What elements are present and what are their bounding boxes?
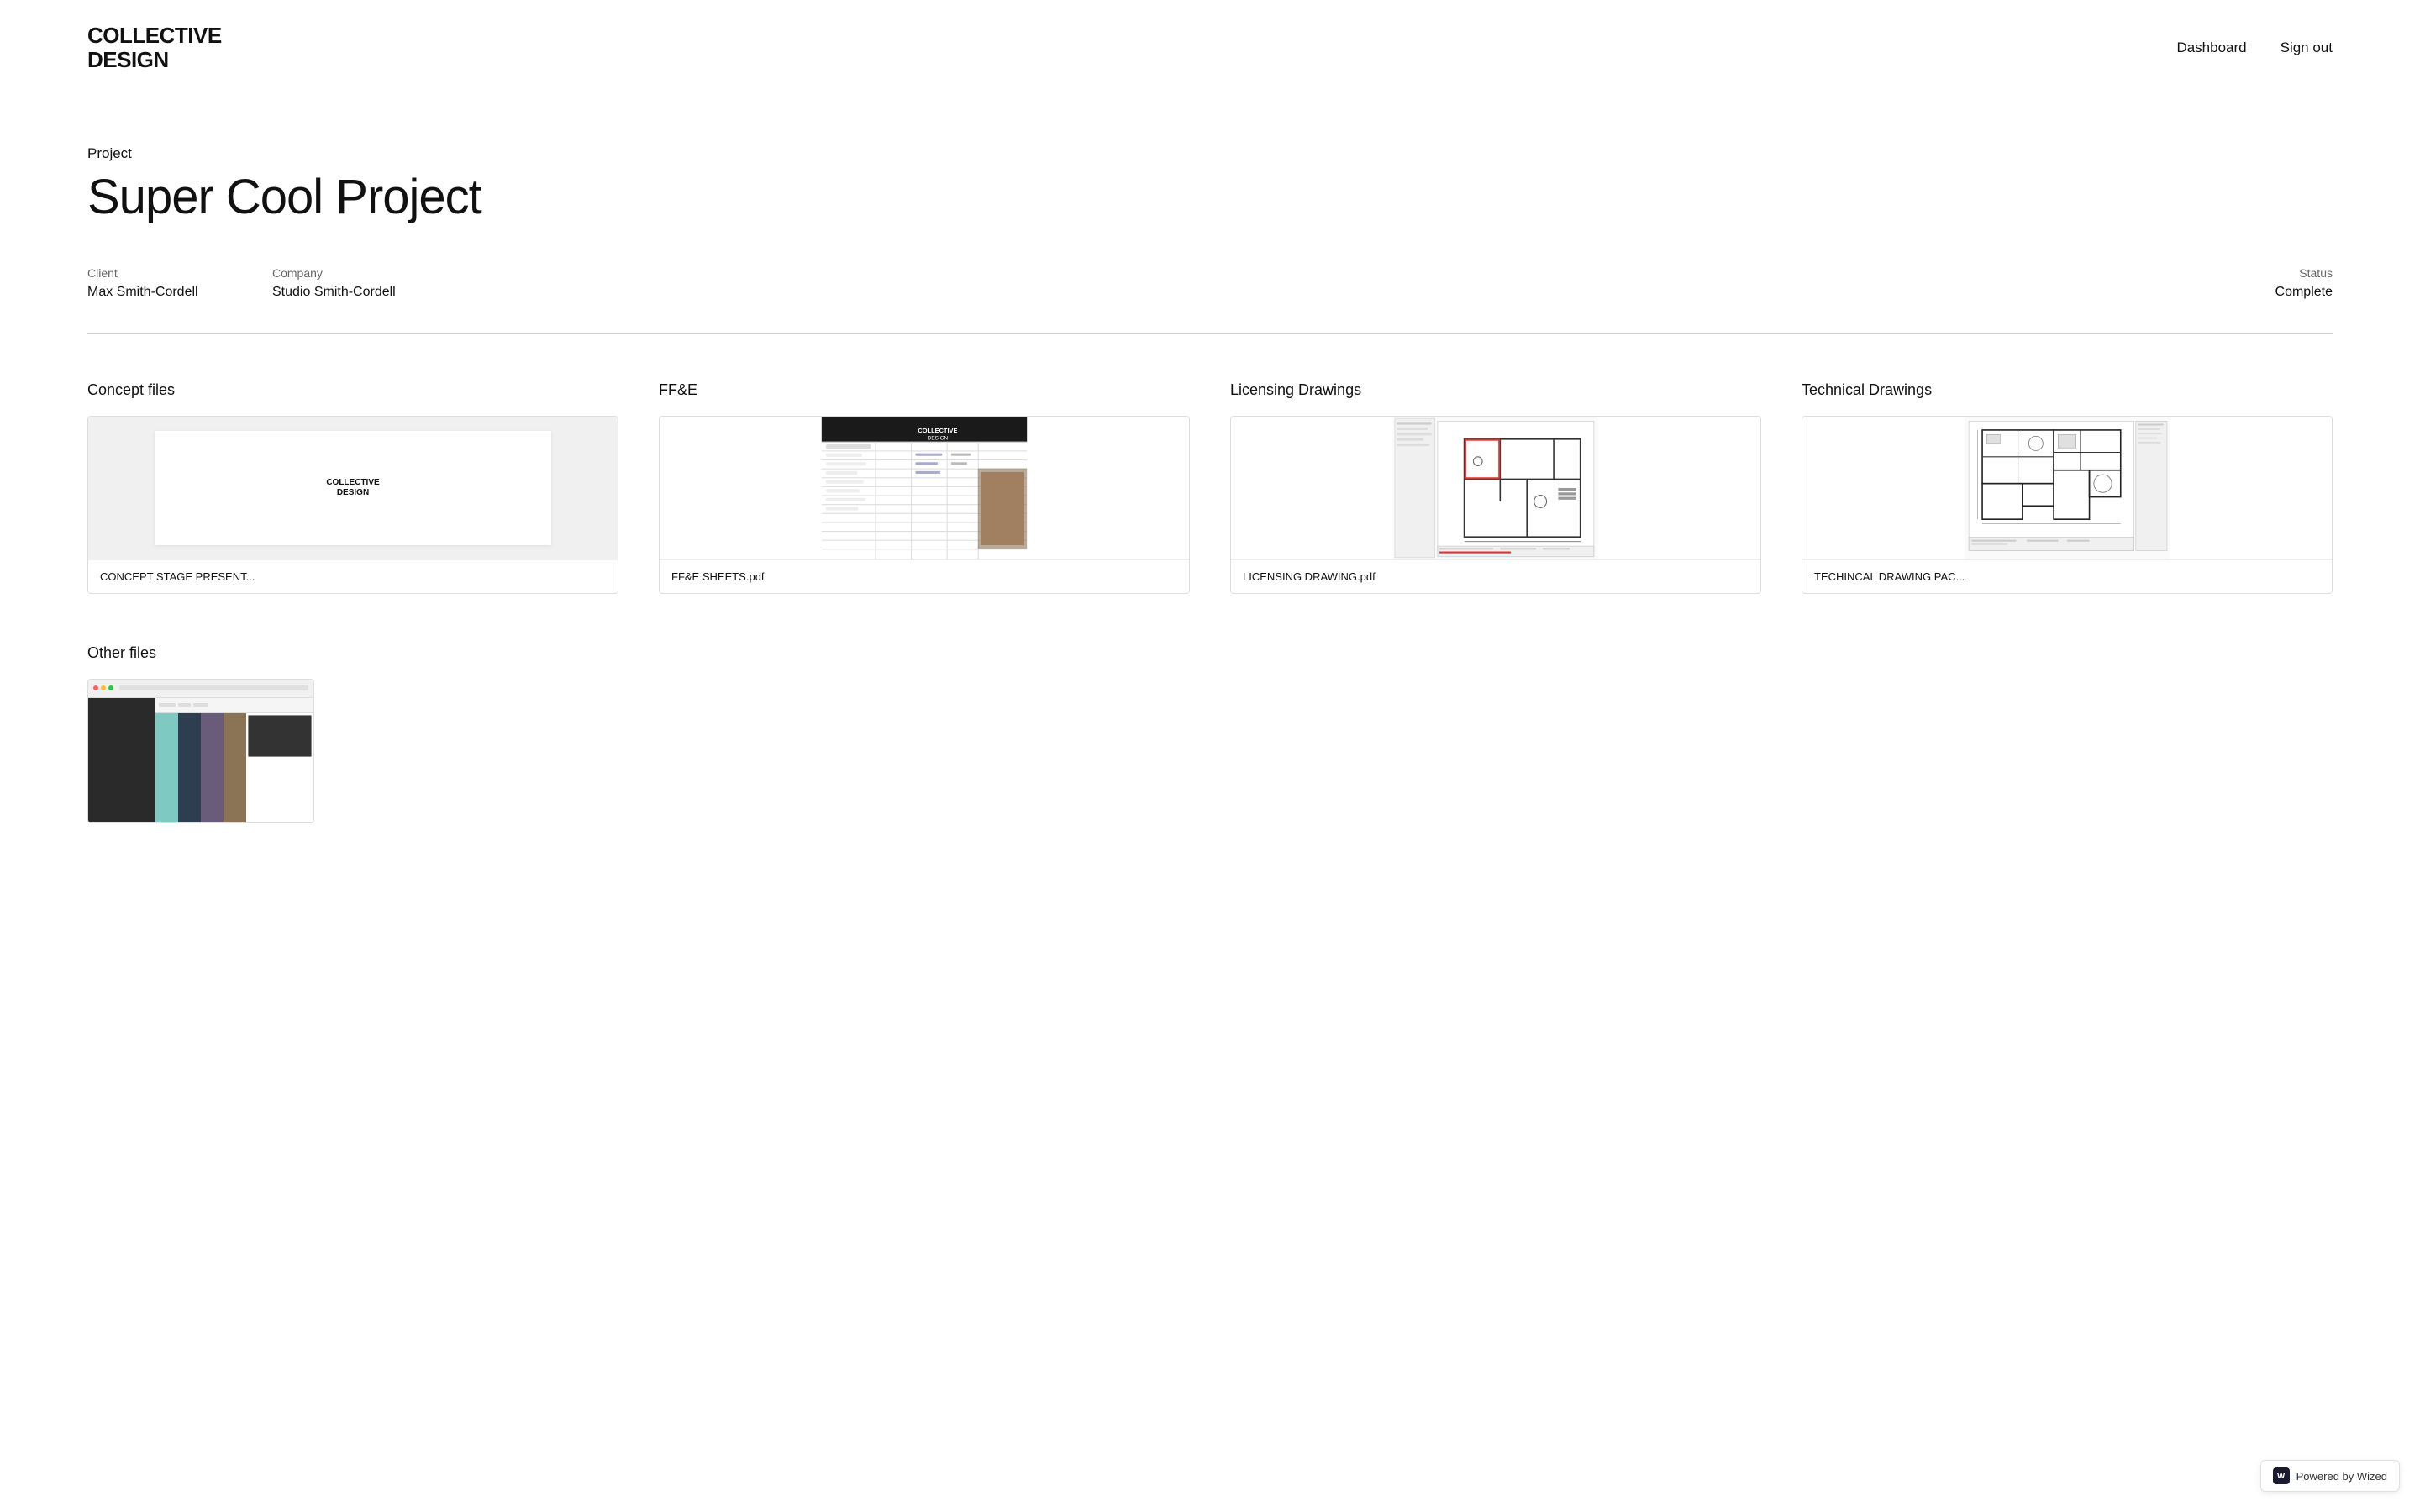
licensing-file-card[interactable]: LICENSING DRAWING.pdf bbox=[1230, 416, 1761, 594]
licensing-section: Licensing Drawings bbox=[1230, 381, 1761, 594]
project-title: Super Cool Project bbox=[87, 171, 2333, 224]
technical-title: Technical Drawings bbox=[1802, 381, 2333, 399]
main-nav: Dashboard Sign out bbox=[2176, 39, 2333, 56]
concept-file-name: CONCEPT STAGE PRESENT... bbox=[88, 559, 618, 593]
color-navy bbox=[178, 713, 201, 822]
other-content bbox=[155, 698, 313, 822]
concept-files-section: Concept files COLLECTIVEDESIGN CONCEPT S… bbox=[87, 381, 618, 594]
meta-company: Company Studio Smith-Cordell bbox=[272, 266, 457, 300]
technical-section: Technical Drawings bbox=[1802, 381, 2333, 594]
dot-green bbox=[108, 685, 113, 690]
color-purple bbox=[201, 713, 224, 822]
other-file-section bbox=[87, 679, 314, 823]
other-files-section: Other files bbox=[87, 644, 2333, 823]
other-file-card[interactable] bbox=[87, 679, 314, 823]
other-inner bbox=[88, 680, 313, 822]
licensing-file-name: LICENSING DRAWING.pdf bbox=[1231, 559, 1760, 593]
other-thumbnail bbox=[88, 680, 313, 822]
company-label: Company bbox=[272, 266, 457, 280]
ffe-thumbnail: COLLECTIVE DESIGN bbox=[660, 417, 1189, 559]
client-value: Max Smith-Cordell bbox=[87, 285, 272, 300]
color-teal bbox=[155, 713, 178, 822]
signout-link[interactable]: Sign out bbox=[2281, 39, 2333, 56]
dot-red bbox=[93, 685, 98, 690]
file-sections: Concept files COLLECTIVEDESIGN CONCEPT S… bbox=[87, 381, 2333, 594]
licensing-title: Licensing Drawings bbox=[1230, 381, 1761, 399]
status-value: Complete bbox=[2148, 285, 2333, 300]
ffe-file-card[interactable]: COLLECTIVE DESIGN bbox=[659, 416, 1190, 594]
dot-yellow bbox=[101, 685, 106, 690]
logo: COLLECTIVE DESIGN bbox=[87, 24, 222, 71]
wized-icon: W bbox=[2273, 1467, 2290, 1484]
other-files-title: Other files bbox=[87, 644, 2333, 662]
ffe-section: FF&E COLLECTIVE DESIGN bbox=[659, 381, 1190, 594]
divider bbox=[87, 333, 2333, 334]
project-label: Project bbox=[87, 145, 2333, 162]
other-body bbox=[88, 698, 313, 822]
dashboard-link[interactable]: Dashboard bbox=[2176, 39, 2246, 56]
powered-badge: W Powered by Wized bbox=[2260, 1460, 2400, 1492]
concept-thumbnail: COLLECTIVEDESIGN bbox=[88, 417, 618, 559]
other-files-grid bbox=[87, 679, 2333, 823]
licensing-thumbnail bbox=[1231, 417, 1760, 559]
meta-row: Client Max Smith-Cordell Company Studio … bbox=[87, 266, 2333, 300]
svg-text:DESIGN: DESIGN bbox=[928, 436, 949, 442]
color-brown bbox=[224, 713, 246, 822]
technical-thumbnail bbox=[1802, 417, 2332, 559]
header: COLLECTIVE DESIGN Dashboard Sign out bbox=[0, 0, 2420, 95]
technical-file-card[interactable]: TECHINCAL DRAWING PAC... bbox=[1802, 416, 2333, 594]
main-content: Project Super Cool Project Client Max Sm… bbox=[0, 95, 2420, 890]
other-topbar bbox=[88, 680, 313, 698]
ffe-title: FF&E bbox=[659, 381, 1190, 399]
concept-files-title: Concept files bbox=[87, 381, 618, 399]
powered-label: Powered by Wized bbox=[2296, 1470, 2387, 1483]
client-label: Client bbox=[87, 266, 272, 280]
concept-logo: COLLECTIVEDESIGN bbox=[326, 478, 379, 498]
meta-status: Status Complete bbox=[2148, 266, 2333, 300]
concept-file-card[interactable]: COLLECTIVEDESIGN CONCEPT STAGE PRESENT..… bbox=[87, 416, 618, 594]
meta-client: Client Max Smith-Cordell bbox=[87, 266, 272, 300]
status-label: Status bbox=[2148, 266, 2333, 280]
other-sidebar bbox=[88, 698, 155, 822]
svg-text:COLLECTIVE: COLLECTIVE bbox=[918, 427, 957, 434]
technical-file-name: TECHINCAL DRAWING PAC... bbox=[1802, 559, 2332, 593]
ffe-file-name: FF&E SHEETS.pdf bbox=[660, 559, 1189, 593]
color-row bbox=[155, 713, 313, 822]
company-value: Studio Smith-Cordell bbox=[272, 285, 457, 300]
